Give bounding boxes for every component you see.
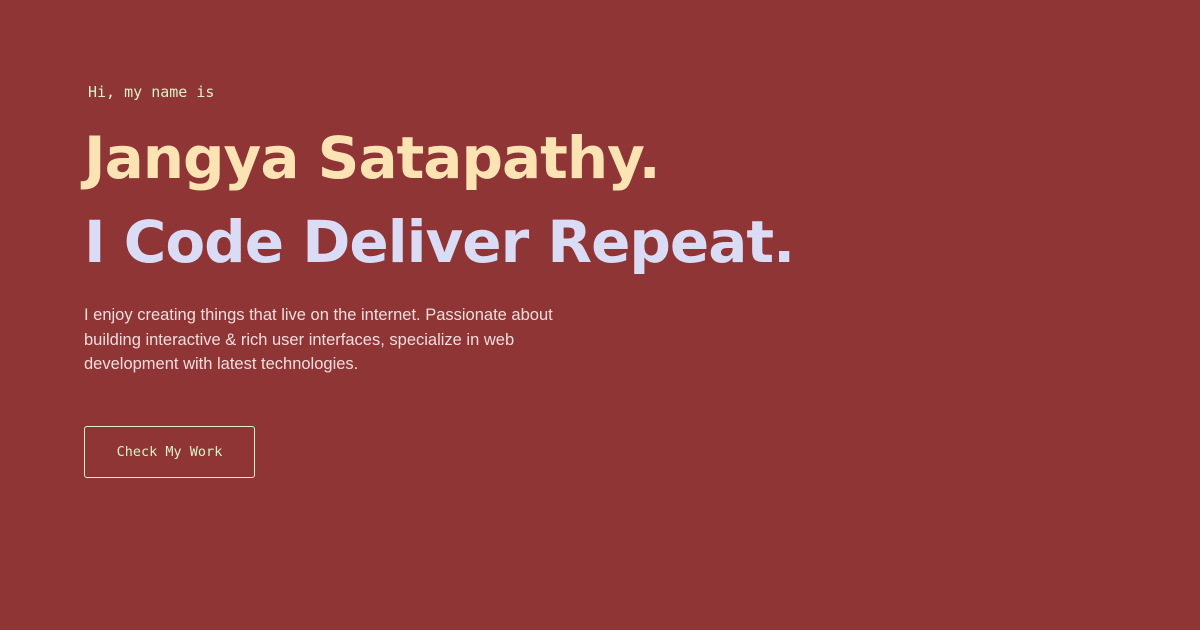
hero-section: Hi, my name is Jangya Satapathy. I Code … [84, 0, 1164, 630]
hero-name-heading: Jangya Satapathy. [84, 124, 661, 192]
greeting-text: Hi, my name is [88, 83, 215, 101]
hero-tagline-heading: I Code Deliver Repeat. [84, 208, 795, 276]
check-my-work-button[interactable]: Check My Work [84, 426, 255, 478]
intro-paragraph: I enjoy creating things that live on the… [84, 306, 553, 373]
